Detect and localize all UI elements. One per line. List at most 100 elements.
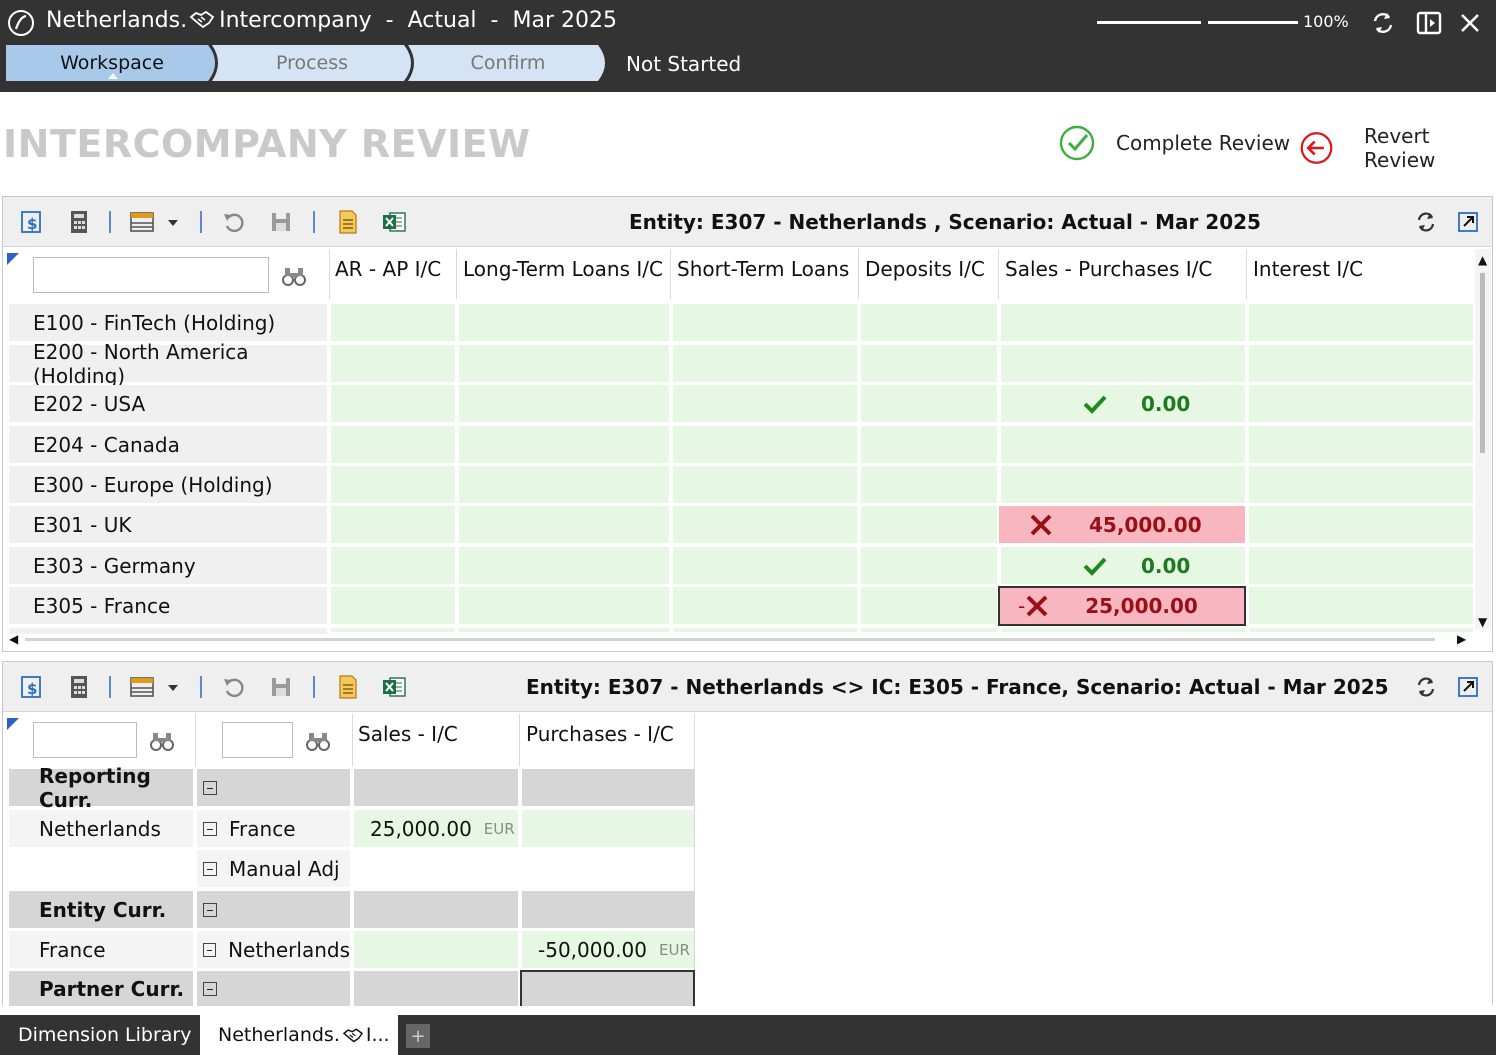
cell-purchases-france[interactable]: [522, 810, 694, 847]
excel-icon[interactable]: [381, 209, 407, 235]
grid1-cell[interactable]: [673, 345, 857, 382]
horizontal-scroll-thumb[interactable]: [25, 638, 1435, 641]
vertical-scroll-thumb[interactable]: [1480, 273, 1485, 453]
scroll-right-arrow[interactable]: ▶: [1457, 632, 1466, 646]
grid-refresh-icon[interactable]: [1413, 674, 1439, 700]
grid1-cell[interactable]: [1001, 426, 1245, 463]
cell-manual-adj-sales[interactable]: [354, 850, 518, 887]
col-header-ar-ap[interactable]: AR - AP I/C: [329, 249, 455, 299]
col-header-deposits[interactable]: Deposits I/C: [859, 249, 997, 299]
grid1-cell[interactable]: [1249, 466, 1473, 503]
scroll-down-arrow[interactable]: ▼: [1478, 615, 1487, 629]
grid1-cell[interactable]: [331, 547, 455, 584]
grid1-cell[interactable]: [331, 304, 455, 341]
calculator-icon[interactable]: [66, 209, 92, 235]
cell-sales-netherlands[interactable]: [354, 931, 518, 968]
col-header-sales-purchases[interactable]: Sales - Purchases I/C: [999, 249, 1245, 299]
report-icon[interactable]: [335, 674, 361, 700]
grid1-cell[interactable]: [331, 426, 455, 463]
cell-e301-sales[interactable]: 45,000.00: [999, 506, 1245, 543]
chevron-down-icon[interactable]: [166, 674, 180, 700]
col-header-long-term-loans[interactable]: Long-Term Loans I/C: [457, 249, 669, 299]
row-header-e305[interactable]: E305 - France: [9, 587, 327, 624]
grid1-cell[interactable]: [673, 385, 857, 422]
complete-review-button[interactable]: Complete Review: [1058, 124, 1290, 162]
row-filter-input-1[interactable]: [33, 722, 137, 758]
chevron-down-icon[interactable]: [166, 209, 180, 235]
binoculars-icon[interactable]: [149, 730, 175, 752]
row-partner-netherlands[interactable]: Netherlands: [197, 931, 350, 968]
grid1-cell[interactable]: [459, 466, 669, 503]
binoculars-icon[interactable]: [305, 730, 331, 752]
cell-entity-purchases[interactable]: [522, 891, 694, 928]
zoom-slider-right[interactable]: [1208, 21, 1298, 24]
grid1-cell[interactable]: [1249, 304, 1473, 341]
row-header-e100[interactable]: E100 - FinTech (Holding): [9, 304, 327, 341]
binoculars-icon[interactable]: [281, 265, 307, 287]
row-partner-france[interactable]: France: [197, 810, 350, 847]
grid1-cell[interactable]: [1249, 587, 1473, 624]
expand-icon[interactable]: [1455, 209, 1481, 235]
grid1-cell[interactable]: [1249, 426, 1473, 463]
zoom-slider-left[interactable]: [1097, 21, 1201, 24]
collapse-reporting[interactable]: [197, 769, 350, 806]
grid1-cell[interactable]: [459, 547, 669, 584]
grid1-cell[interactable]: [1249, 506, 1473, 543]
row-header-e200[interactable]: E200 - North America (Holding): [9, 340, 327, 388]
grid1-cell[interactable]: [861, 587, 997, 624]
undo-icon[interactable]: [221, 209, 247, 235]
row-filter-input[interactable]: [33, 257, 269, 293]
cell-reporting-purchases[interactable]: [522, 769, 694, 806]
grid1-cell[interactable]: [861, 506, 997, 543]
cell-partner-sales[interactable]: [354, 971, 518, 1006]
grid1-cell[interactable]: [1249, 547, 1473, 584]
cell-purchases-netherlands[interactable]: -50,000.00 EUR: [522, 931, 694, 968]
cell-e303-sales[interactable]: 0.00: [999, 547, 1245, 584]
expand-icon[interactable]: [1455, 674, 1481, 700]
cell-sales-france[interactable]: 25,000.00 EUR: [354, 810, 518, 847]
collapse-partner[interactable]: [197, 971, 350, 1006]
row-manual-adj[interactable]: Manual Adj: [197, 850, 350, 887]
grid1-cell[interactable]: [673, 547, 857, 584]
col-header-purchases-ic[interactable]: Purchases - I/C: [520, 714, 694, 766]
grid1-cell[interactable]: [331, 506, 455, 543]
grid1-cell[interactable]: [673, 466, 857, 503]
row-france[interactable]: France: [9, 931, 193, 968]
close-icon[interactable]: [1455, 8, 1485, 38]
col-header-interest[interactable]: Interest I/C: [1247, 249, 1473, 299]
row-header-e301[interactable]: E301 - UK: [9, 506, 327, 543]
grid1-cell[interactable]: [459, 506, 669, 543]
report-icon[interactable]: [335, 209, 361, 235]
grid1-cell[interactable]: [331, 587, 455, 624]
calculator-icon[interactable]: [66, 674, 92, 700]
grid1-cell[interactable]: [1001, 345, 1245, 382]
grid1-cell[interactable]: [1001, 466, 1245, 503]
step-process[interactable]: Process: [212, 45, 412, 81]
grid1-cell[interactable]: [459, 385, 669, 422]
cell-partner-purchases-selected[interactable]: [520, 970, 695, 1006]
add-tab-button[interactable]: +: [406, 1024, 430, 1048]
group-reporting-curr[interactable]: Reporting Curr.: [9, 764, 193, 812]
grid1-cell[interactable]: [673, 587, 857, 624]
horizontal-scrollbar[interactable]: ◀ ▶: [7, 631, 1473, 647]
col-header-short-term-loans[interactable]: Short-Term Loans: [671, 249, 857, 299]
col-header-sales-ic[interactable]: Sales - I/C: [352, 714, 518, 766]
undo-icon[interactable]: [221, 674, 247, 700]
currency-icon[interactable]: $: [18, 674, 44, 700]
scroll-up-arrow[interactable]: ▲: [1478, 253, 1487, 267]
grid1-cell[interactable]: [861, 547, 997, 584]
group-partner-curr[interactable]: Partner Curr.: [9, 971, 193, 1006]
collapse-entity[interactable]: [197, 891, 350, 928]
grid-layout-icon[interactable]: [129, 674, 155, 700]
tab-netherlands-intercompany[interactable]: Netherlands. I...: [200, 1015, 398, 1055]
cell-reporting-sales[interactable]: [354, 769, 518, 806]
row-filter-input-2[interactable]: [222, 722, 293, 758]
currency-icon[interactable]: $: [18, 209, 44, 235]
save-icon[interactable]: [268, 209, 294, 235]
cell-manual-adj-purchases[interactable]: [522, 850, 694, 887]
grid1-cell[interactable]: [861, 345, 997, 382]
grid1-cell[interactable]: [1249, 385, 1473, 422]
grid1-cell[interactable]: [1249, 345, 1473, 382]
grid1-cell[interactable]: [331, 385, 455, 422]
step-confirm[interactable]: Confirm: [408, 45, 608, 81]
